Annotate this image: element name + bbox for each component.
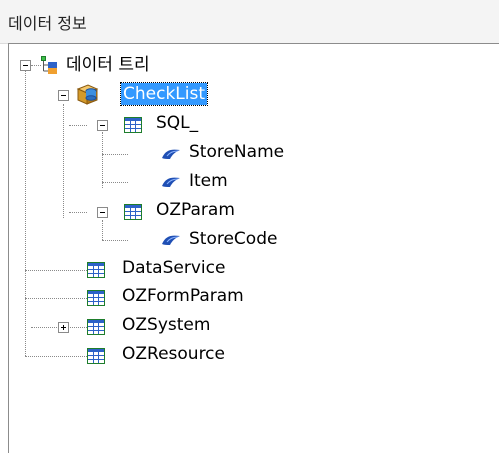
tree-connector bbox=[69, 212, 87, 213]
table-icon bbox=[87, 348, 105, 364]
tree-item-ozresource[interactable]: OZResource bbox=[120, 343, 227, 365]
tree-item-storename[interactable]: StoreName bbox=[187, 141, 286, 163]
table-icon bbox=[87, 262, 105, 278]
ozparam-collapse-toggle[interactable] bbox=[97, 207, 108, 218]
field-icon bbox=[162, 149, 180, 159]
table-icon bbox=[124, 117, 142, 133]
tree-guide-line bbox=[25, 70, 26, 356]
tree-guide-line bbox=[102, 132, 103, 188]
tree-item-item[interactable]: Item bbox=[187, 170, 230, 192]
tree-item-storecode[interactable]: StoreCode bbox=[187, 228, 279, 250]
tree-connector bbox=[25, 270, 87, 271]
table-icon bbox=[87, 290, 105, 306]
tree-item-root[interactable]: 데이터 트리 bbox=[64, 54, 152, 76]
tree-connector bbox=[102, 240, 128, 241]
tree-item-checklist[interactable]: CheckList bbox=[119, 82, 209, 106]
tree-connector bbox=[25, 298, 87, 299]
table-icon bbox=[87, 319, 105, 335]
sql-collapse-toggle[interactable] bbox=[97, 120, 108, 131]
tree-connector bbox=[69, 125, 87, 126]
tree-item-ozformparam[interactable]: OZFormParam bbox=[120, 285, 246, 307]
data-tree-view[interactable]: 데이터 트리 CheckList SQL_ StoreName Item OZP… bbox=[8, 43, 499, 453]
checklist-collapse-toggle[interactable] bbox=[58, 90, 69, 101]
tree-connector bbox=[25, 356, 87, 357]
panel-header: 데이터 정보 bbox=[0, 0, 499, 44]
tree-connector bbox=[102, 154, 128, 155]
root-collapse-toggle[interactable] bbox=[20, 60, 31, 71]
tree-item-sql[interactable]: SQL_ bbox=[154, 112, 200, 134]
database-icon bbox=[76, 84, 99, 105]
tree-guide-line bbox=[102, 220, 103, 240]
field-icon bbox=[162, 177, 180, 187]
tree-item-dataservice[interactable]: DataService bbox=[120, 257, 227, 279]
tree-item-ozsystem[interactable]: OZSystem bbox=[120, 314, 212, 336]
tree-connector bbox=[102, 182, 128, 183]
ozsystem-expand-toggle[interactable] bbox=[58, 322, 69, 333]
tree-guide-line bbox=[63, 104, 64, 218]
field-icon bbox=[162, 235, 180, 245]
tree-root-icon bbox=[41, 56, 57, 74]
panel-title: 데이터 정보 bbox=[8, 14, 87, 33]
table-icon bbox=[124, 204, 142, 220]
tree-item-ozparam[interactable]: OZParam bbox=[154, 199, 237, 221]
